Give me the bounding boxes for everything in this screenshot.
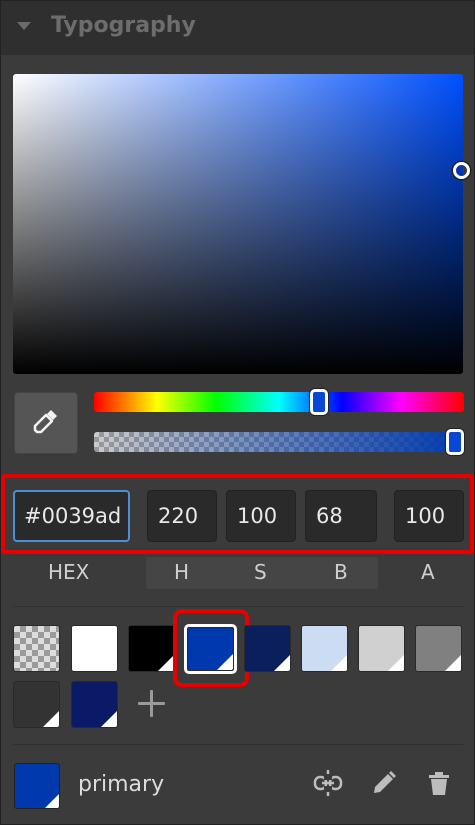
add-swatch-plus-icon[interactable] xyxy=(137,689,167,719)
trash-icon xyxy=(424,768,454,802)
saturation-brightness-area[interactable] xyxy=(13,74,463,374)
unlink-button[interactable] xyxy=(312,769,344,801)
current-swatch-preview[interactable] xyxy=(14,763,60,809)
color-picker-panel: Typography #0039ad 220 100 68 100 HEX H … xyxy=(0,0,475,825)
swatch-light-gray[interactable] xyxy=(358,625,405,672)
unlink-icon xyxy=(312,767,344,803)
eyedropper-button[interactable] xyxy=(14,392,78,454)
hue-slider-handle[interactable] xyxy=(310,389,328,415)
eyedropper-icon xyxy=(31,406,61,440)
s-label: S xyxy=(254,560,267,584)
sv-handle[interactable] xyxy=(453,162,470,179)
hex-input[interactable]: #0039ad xyxy=(13,490,130,542)
alpha-input[interactable]: 100 xyxy=(394,490,464,542)
alpha-slider[interactable] xyxy=(94,432,464,452)
divider xyxy=(13,744,463,745)
hue-input[interactable]: 220 xyxy=(147,490,217,542)
b-label: B xyxy=(334,560,348,584)
swatch-black[interactable] xyxy=(128,625,175,672)
swatch-gray[interactable] xyxy=(415,625,462,672)
a-label: A xyxy=(421,560,435,584)
swatch-dark-gray[interactable] xyxy=(13,681,60,728)
h-label: H xyxy=(174,560,190,584)
hex-label[interactable]: HEX xyxy=(48,560,89,584)
saturation-input[interactable]: 100 xyxy=(226,490,296,542)
section-header[interactable]: Typography xyxy=(1,1,474,56)
section-title: Typography xyxy=(51,13,196,38)
delete-button[interactable] xyxy=(423,769,455,801)
alpha-slider-handle[interactable] xyxy=(446,429,464,455)
swatch-name[interactable]: primary xyxy=(78,772,164,797)
pencil-icon xyxy=(369,768,399,802)
swatch-transparent[interactable] xyxy=(13,625,60,672)
caret-down-icon[interactable] xyxy=(17,22,31,30)
swatch-white[interactable] xyxy=(71,625,118,672)
edit-button[interactable] xyxy=(368,769,400,801)
brightness-input[interactable]: 68 xyxy=(305,490,377,542)
swatch-light-blue[interactable] xyxy=(301,625,348,672)
divider xyxy=(13,606,463,607)
swatch-dark-navy[interactable] xyxy=(71,681,118,728)
swatch-navy[interactable] xyxy=(244,625,291,672)
hue-slider[interactable] xyxy=(94,392,464,412)
swatch-primary-blue[interactable] xyxy=(187,627,234,671)
